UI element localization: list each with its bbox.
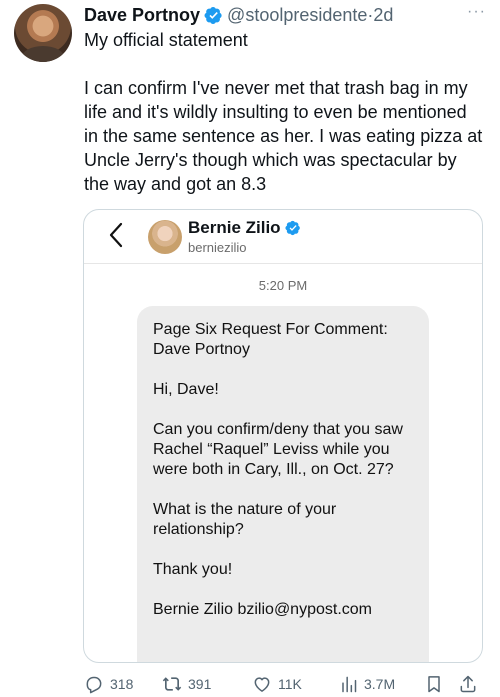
like-button[interactable]: 11K [252, 674, 302, 694]
verified-badge-icon [204, 6, 222, 24]
author-name[interactable]: Dave Portnoy [84, 5, 200, 26]
back-chevron-icon [109, 222, 123, 248]
message-paragraph: Thank you! [153, 561, 233, 578]
tweet-text: My official statement I can confirm I've… [84, 28, 484, 196]
author-handle[interactable]: @stoolpresidente [227, 5, 367, 26]
reply-icon [86, 676, 102, 694]
share-icon [460, 675, 476, 693]
tweet-paragraph: I can confirm I've never met that trash … [84, 78, 483, 194]
dm-contact-name-row: Bernie Zilio [188, 218, 301, 238]
repost-count: 391 [188, 676, 212, 692]
tweet-header: Dave Portnoy @stoolpresidente · 2d ··· [84, 3, 486, 27]
tweet-paragraph: My official statement [84, 30, 248, 50]
message-paragraph: Can you confirm/deny that you saw Rachel… [153, 421, 403, 478]
message-paragraph: Bernie Zilio bzilio@nypost.com [153, 601, 372, 618]
author-avatar[interactable] [14, 4, 72, 62]
share-button[interactable] [458, 674, 478, 694]
dm-contact-avatar [148, 220, 182, 254]
dm-header: Bernie Zilio berniezilio [84, 210, 482, 264]
message-paragraph: Hi, Dave! [153, 381, 219, 398]
message-paragraph: Page Six Request For Comment: Dave Portn… [153, 321, 388, 358]
repost-button[interactable]: 391 [162, 674, 211, 694]
verified-badge-icon [285, 220, 300, 236]
repost-icon [162, 677, 182, 691]
reply-count: 318 [110, 676, 134, 692]
views-button[interactable]: 3.7M [338, 674, 395, 694]
reply-button[interactable]: 318 [84, 674, 133, 694]
tweet-actions: 318 391 11K 3.7M [84, 672, 484, 696]
dm-contact-name: Bernie Zilio [188, 218, 281, 237]
heart-icon [254, 677, 270, 692]
like-count: 11K [278, 676, 302, 692]
dm-contact-username: berniezilio [188, 240, 247, 255]
message-bubble: Page Six Request For Comment: Dave Portn… [137, 306, 429, 662]
view-count: 3.7M [364, 676, 396, 692]
more-options-icon[interactable]: ··· [467, 3, 486, 21]
message-paragraph: What is the nature of your relationship? [153, 501, 337, 538]
views-chart-icon [342, 676, 357, 693]
bookmark-icon [428, 676, 440, 693]
embedded-dm-screenshot[interactable]: Bernie Zilio berniezilio 5:20 PM Page Si… [83, 209, 483, 663]
bookmark-button[interactable] [424, 674, 444, 694]
avatar-shirt [22, 46, 64, 62]
tweet-time[interactable]: 2d [373, 5, 393, 26]
message-timestamp: 5:20 PM [258, 278, 308, 293]
